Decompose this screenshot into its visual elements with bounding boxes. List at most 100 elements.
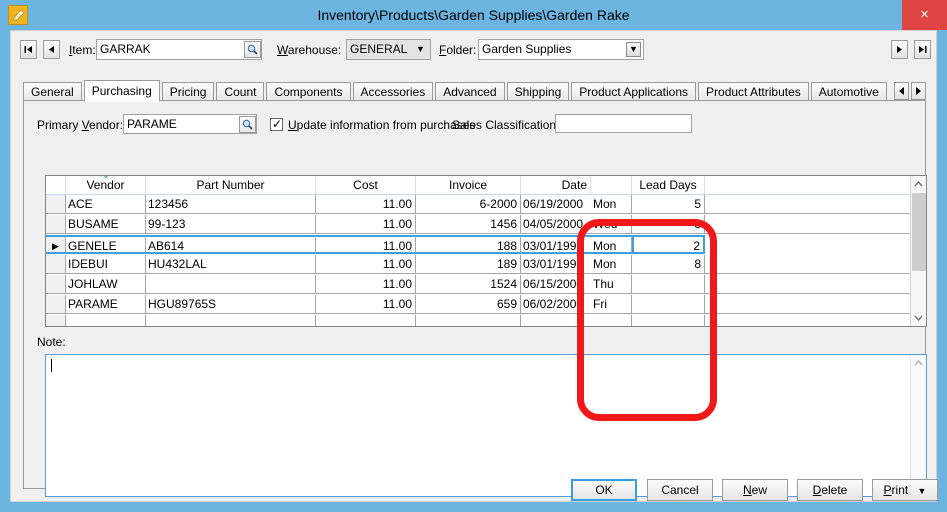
cell-vendor[interactable]: PARAME xyxy=(66,295,146,314)
cell-lead-days[interactable]: 8 xyxy=(632,255,705,274)
tab-pricing[interactable]: Pricing xyxy=(161,82,215,102)
row-indicator[interactable] xyxy=(46,315,66,326)
cell-cost[interactable]: 11.00 xyxy=(316,275,416,294)
tab-components[interactable]: Components xyxy=(266,82,351,102)
table-row[interactable]: BUSAME 99-123 11.00 1456 04/05/2000 Wed … xyxy=(46,215,926,235)
scroll-up-button[interactable] xyxy=(911,176,926,192)
scroll-down-button[interactable] xyxy=(911,310,926,326)
cell-cost[interactable]: 11.00 xyxy=(316,255,416,274)
item-lookup-button[interactable] xyxy=(244,41,261,58)
cell-part-number[interactable]: HU432LAL xyxy=(146,255,316,274)
vendor-purchasing-grid[interactable]: Vendor Part Number Cost Invoice Date Lea… xyxy=(45,175,927,327)
cell-cost[interactable]: 11.00 xyxy=(316,215,416,234)
folder-select[interactable]: Garden Supplies ▼ xyxy=(478,39,644,60)
cell-part-number[interactable]: 123456 xyxy=(146,195,316,214)
cell-invoice[interactable]: 1456 xyxy=(416,215,521,234)
note-textarea[interactable] xyxy=(45,354,927,497)
grid-vertical-scrollbar[interactable] xyxy=(910,176,926,326)
tab-advanced[interactable]: Advanced xyxy=(435,82,505,102)
grid-header-part-number[interactable]: Part Number xyxy=(146,176,316,194)
tab-product-attributes[interactable]: Product Attributes xyxy=(698,82,809,102)
cell-cost[interactable]: 11.00 xyxy=(316,235,416,254)
next-record-button[interactable] xyxy=(891,40,908,59)
cell-invoice[interactable]: 189 xyxy=(416,255,521,274)
item-input[interactable]: GARRAK xyxy=(96,39,262,60)
row-indicator[interactable] xyxy=(46,255,66,274)
cell-day[interactable]: Wed xyxy=(591,215,632,234)
new-button[interactable]: New xyxy=(722,479,788,501)
tab-scroll-right-button[interactable] xyxy=(911,82,926,100)
cell-lead-days[interactable] xyxy=(632,275,705,294)
cell-invoice[interactable]: 6-2000 xyxy=(416,195,521,214)
cell-date[interactable]: 06/19/2000 xyxy=(521,195,591,214)
cell-date[interactable]: 04/05/2000 xyxy=(521,215,591,234)
close-button[interactable]: × xyxy=(902,0,947,30)
cell-cost[interactable]: 11.00 xyxy=(316,195,416,214)
cell-lead-days[interactable]: 5 xyxy=(632,195,705,214)
update-from-purchases-checkbox[interactable]: ✓ xyxy=(270,118,283,131)
row-indicator[interactable] xyxy=(46,195,66,214)
cell-vendor[interactable]: IDEBUI xyxy=(66,255,146,274)
cell-day[interactable]: Thu xyxy=(591,275,632,294)
cell-day[interactable]: Mon xyxy=(591,195,632,214)
cell-date[interactable]: 06/02/2000 xyxy=(521,295,591,314)
cell-part-number[interactable] xyxy=(146,315,316,326)
cell-date[interactable] xyxy=(521,315,591,326)
cell-part-number[interactable]: AB614 xyxy=(146,235,316,254)
cell-invoice[interactable]: 1524 xyxy=(416,275,521,294)
cell-part-number[interactable] xyxy=(146,275,316,294)
cell-vendor[interactable]: ACE xyxy=(66,195,146,214)
update-from-purchases-label[interactable]: Update information from purchases xyxy=(288,118,475,132)
cell-lead-days[interactable]: 2 xyxy=(632,235,705,254)
last-record-button[interactable] xyxy=(914,40,931,59)
cell-invoice[interactable] xyxy=(416,315,521,326)
tab-count[interactable]: Count xyxy=(216,82,265,102)
row-indicator[interactable] xyxy=(46,275,66,294)
grid-header-cost[interactable]: Cost xyxy=(316,176,416,194)
cell-lead-days[interactable]: 3 xyxy=(632,215,705,234)
cell-vendor[interactable] xyxy=(66,315,146,326)
cancel-button[interactable]: Cancel xyxy=(647,479,713,501)
cell-lead-days[interactable] xyxy=(632,315,705,326)
cell-day[interactable]: Mon xyxy=(591,235,632,254)
delete-button[interactable]: Delete xyxy=(797,479,863,501)
cell-part-number[interactable]: 99-123 xyxy=(146,215,316,234)
cell-vendor[interactable]: GENELE xyxy=(66,235,146,254)
tab-automotive[interactable]: Automotive xyxy=(810,82,887,102)
cell-date[interactable]: 06/15/2000 xyxy=(521,275,591,294)
cell-vendor[interactable]: JOHLAW xyxy=(66,275,146,294)
primary-vendor-lookup-button[interactable] xyxy=(239,116,256,133)
grid-header-day[interactable] xyxy=(591,176,632,194)
scroll-thumb[interactable] xyxy=(912,193,926,271)
ok-button[interactable]: OK xyxy=(571,479,637,501)
sales-classification-input[interactable] xyxy=(555,114,692,133)
tab-accessories[interactable]: Accessories xyxy=(352,82,434,102)
note-scroll-up-button[interactable] xyxy=(911,355,926,371)
cell-lead-days[interactable] xyxy=(632,295,705,314)
tab-purchasing[interactable]: Purchasing xyxy=(83,80,160,102)
row-indicator[interactable] xyxy=(46,215,66,234)
cell-invoice[interactable]: 188 xyxy=(416,235,521,254)
cell-day[interactable]: Mon xyxy=(591,255,632,274)
cell-date[interactable]: 03/01/1999 xyxy=(521,255,591,274)
cell-part-number[interactable]: HGU89765S xyxy=(146,295,316,314)
table-row[interactable] xyxy=(46,315,926,326)
cell-invoice[interactable]: 659 xyxy=(416,295,521,314)
table-row[interactable]: JOHLAW 11.00 1524 06/15/2000 Thu xyxy=(46,275,926,295)
print-button[interactable]: Print ▼ xyxy=(872,479,938,501)
cell-day[interactable]: Fri xyxy=(591,295,632,314)
grid-header-date[interactable]: Date xyxy=(521,176,591,194)
previous-record-button[interactable] xyxy=(43,40,60,59)
cell-day[interactable] xyxy=(591,315,632,326)
row-indicator[interactable] xyxy=(46,295,66,314)
grid-header-vendor[interactable]: Vendor xyxy=(66,176,146,194)
primary-vendor-input[interactable]: PARAME xyxy=(123,114,257,134)
row-indicator[interactable]: ▶ xyxy=(46,235,66,254)
cell-cost[interactable] xyxy=(316,315,416,326)
warehouse-select[interactable]: GENERAL ▼ xyxy=(346,39,431,60)
table-row[interactable]: ▶ GENELE AB614 11.00 188 03/01/1999 Mon … xyxy=(46,235,926,255)
grid-header-lead-days[interactable]: Lead Days xyxy=(632,176,705,194)
tab-scroll-left-button[interactable] xyxy=(894,82,909,100)
grid-header-invoice[interactable]: Invoice xyxy=(416,176,521,194)
tab-general[interactable]: General xyxy=(23,82,82,102)
